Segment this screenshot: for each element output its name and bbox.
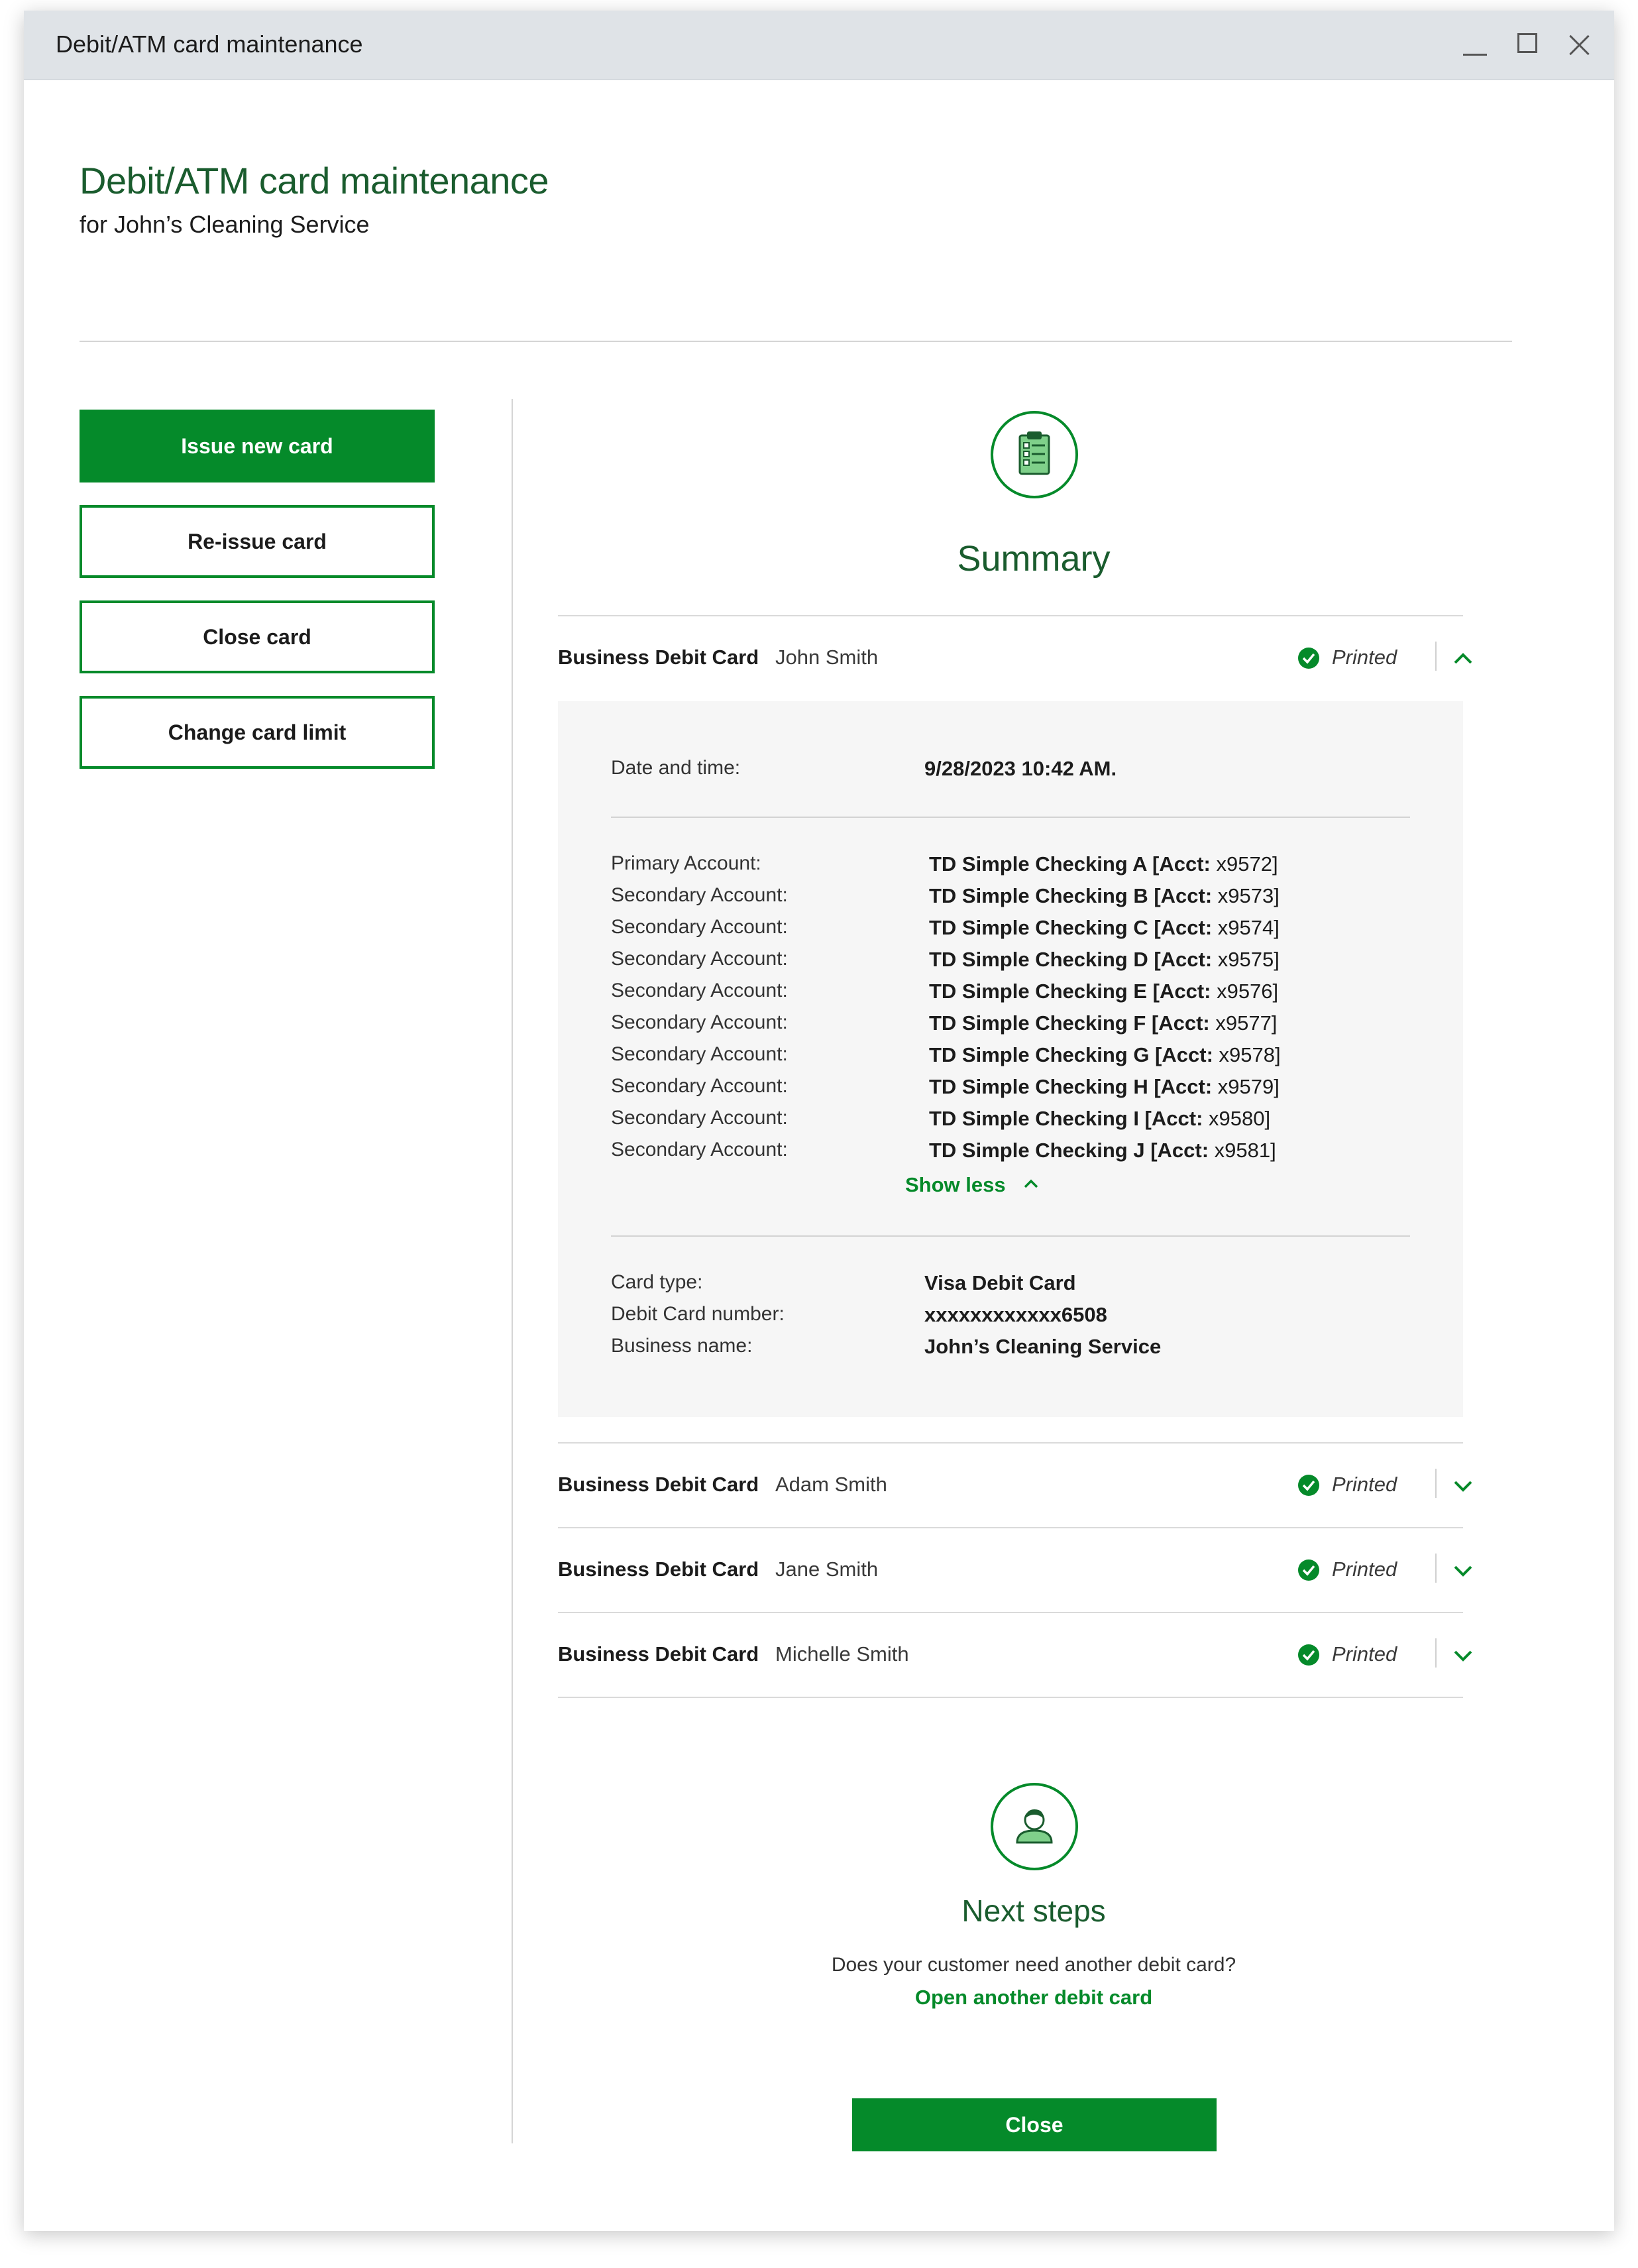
- status-label: Printed: [1332, 1558, 1397, 1581]
- datetime-label: Date and time:: [611, 757, 741, 779]
- close-card-button[interactable]: Close card: [80, 600, 435, 673]
- page-title: Debit/ATM card maintenance: [80, 160, 549, 201]
- account-value: TD Simple Checking D [Acct: x9575]: [929, 948, 1280, 971]
- card-row-michelle-smith[interactable]: Business Debit Card Michelle Smith Print…: [558, 1613, 1472, 1697]
- check-circle-icon: [1298, 648, 1319, 669]
- card-type: Business Debit Card: [558, 1473, 759, 1496]
- account-label: Secondary Account:: [611, 980, 788, 1001]
- window-title: Debit/ATM card maintenance: [56, 30, 363, 58]
- details-divider: [611, 1235, 1410, 1237]
- status-label: Printed: [1332, 646, 1397, 669]
- clipboard-checklist-icon: [991, 411, 1078, 498]
- account-label: Secondary Account:: [611, 1107, 788, 1129]
- check-circle-icon: [1298, 1559, 1319, 1581]
- card-type-value: Visa Debit Card: [924, 1271, 1076, 1294]
- card-details-panel: Date and time: 9/28/2023 10:42 AM. Prima…: [558, 701, 1463, 1417]
- account-value: TD Simple Checking H [Acct: x9579]: [929, 1075, 1280, 1098]
- header-divider: [80, 341, 1512, 342]
- close-button[interactable]: Close: [852, 2098, 1217, 2151]
- card-type: Business Debit Card: [558, 1558, 759, 1581]
- card-row-jane-smith[interactable]: Business Debit Card Jane Smith Printed: [558, 1528, 1472, 1612]
- check-circle-icon: [1298, 1644, 1319, 1666]
- account-value: TD Simple Checking E [Acct: x9576]: [929, 980, 1279, 1003]
- next-steps-title: Next steps: [961, 1894, 1106, 1928]
- next-steps-question: Does your customer need another debit ca…: [831, 1954, 1236, 1976]
- account-value: TD Simple Checking I [Acct: x9580]: [929, 1107, 1271, 1130]
- title-bar: Debit/ATM card maintenance: [24, 11, 1614, 80]
- maximize-icon[interactable]: [1513, 30, 1543, 60]
- datetime-value: 9/28/2023 10:42 AM.: [924, 757, 1117, 780]
- account-label: Secondary Account:: [611, 948, 788, 970]
- vertical-divider: [512, 399, 513, 2143]
- card-holder: John Smith: [775, 646, 879, 669]
- status-separator: [1435, 642, 1437, 671]
- chevron-up-icon: [1024, 1179, 1038, 1188]
- account-value: TD Simple Checking G [Acct: x9578]: [929, 1043, 1281, 1066]
- minimize-icon[interactable]: [1460, 30, 1490, 60]
- show-less-label: Show less: [905, 1173, 1006, 1196]
- card-number-label: Debit Card number:: [611, 1303, 785, 1325]
- business-name-label: Business name:: [611, 1335, 753, 1357]
- row-divider: [558, 1697, 1463, 1698]
- status-label: Printed: [1332, 1642, 1397, 1666]
- check-circle-icon: [1298, 1475, 1319, 1496]
- status-separator: [1435, 1638, 1437, 1668]
- account-label: Primary Account:: [611, 852, 761, 874]
- card-number-value: xxxxxxxxxxxx6508: [924, 1303, 1107, 1326]
- account-label: Secondary Account:: [611, 1075, 788, 1097]
- account-value: TD Simple Checking J [Acct: x9581]: [929, 1139, 1276, 1162]
- account-label: Secondary Account:: [611, 916, 788, 938]
- chevron-up-icon[interactable]: [1450, 646, 1476, 672]
- reissue-card-button[interactable]: Re-issue card: [80, 505, 435, 578]
- change-card-limit-button[interactable]: Change card limit: [80, 696, 435, 769]
- card-holder: Adam Smith: [775, 1473, 887, 1496]
- business-name-value: John’s Cleaning Service: [924, 1335, 1162, 1358]
- card-row-adam-smith[interactable]: Business Debit Card Adam Smith Printed: [558, 1444, 1472, 1527]
- close-window-icon[interactable]: [1565, 30, 1594, 60]
- account-value: TD Simple Checking B [Acct: x9573]: [929, 884, 1280, 907]
- chevron-down-icon[interactable]: [1450, 1558, 1476, 1584]
- chevron-down-icon[interactable]: [1450, 1642, 1476, 1669]
- page-subtitle: for John’s Cleaning Service: [80, 211, 370, 238]
- card-row-john-smith[interactable]: Business Debit Card John Smith Printed: [558, 616, 1472, 700]
- status-separator: [1435, 1554, 1437, 1583]
- account-label: Secondary Account:: [611, 884, 788, 906]
- account-label: Secondary Account:: [611, 1043, 788, 1065]
- card-holder: Michelle Smith: [775, 1642, 909, 1666]
- account-value: TD Simple Checking C [Acct: x9574]: [929, 916, 1280, 939]
- card-type-label: Card type:: [611, 1271, 703, 1293]
- card-holder: Jane Smith: [775, 1558, 879, 1581]
- show-less-link[interactable]: Show less: [905, 1173, 1042, 1197]
- account-value: TD Simple Checking A [Acct: x9572]: [929, 852, 1278, 876]
- chevron-down-icon[interactable]: [1450, 1473, 1476, 1499]
- open-another-debit-card-link[interactable]: Open another debit card: [769, 1986, 1299, 2010]
- details-divider: [611, 817, 1410, 818]
- card-type: Business Debit Card: [558, 1642, 759, 1666]
- status-separator: [1435, 1469, 1437, 1498]
- account-value: TD Simple Checking F [Acct: x9577]: [929, 1011, 1278, 1035]
- account-label: Secondary Account:: [611, 1139, 788, 1161]
- card-type: Business Debit Card: [558, 646, 759, 669]
- account-label: Secondary Account:: [611, 1011, 788, 1033]
- issue-new-card-button[interactable]: Issue new card: [80, 410, 435, 482]
- customer-avatar-icon: [991, 1783, 1078, 1870]
- summary-title: Summary: [957, 539, 1111, 579]
- status-label: Printed: [1332, 1473, 1397, 1496]
